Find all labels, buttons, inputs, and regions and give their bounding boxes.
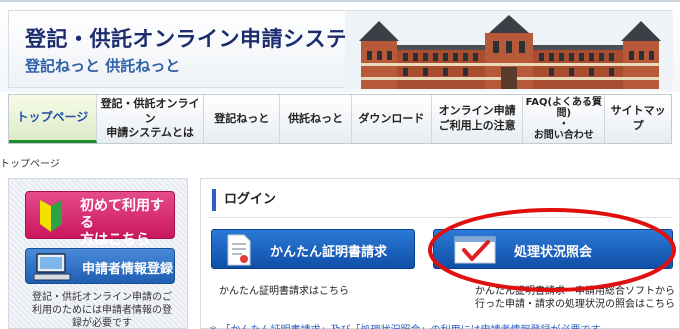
nav-touki-net[interactable]: 登記ねっと [204, 95, 281, 143]
easy-certificate-description[interactable]: かんたん証明書請求はこちら [219, 285, 349, 298]
computer-icon [34, 253, 71, 281]
registration-required-note: ※ 「かんたん証明書請求」及び「処理状況照会」の利用には申請者情報登録が必要です… [209, 321, 610, 329]
sidebar: 初めて利用する 方はこちら 申請者情報登録 登記・供託オンライン申請のご 利用の… [8, 178, 188, 329]
certificate-document-icon [227, 234, 251, 266]
processing-status-inquiry-label: 処理状況照会 [514, 245, 593, 260]
applicant-registration-label: 申請者情報登録 [82, 262, 174, 277]
site-header: 登記・供託オンライン申請システム 登記ねっと 供託ねっと [0, 0, 680, 92]
building-illustration [345, 11, 673, 89]
checkmark-window-icon [454, 236, 496, 264]
main-navigation: トップページ 登記・供託オンライン 申請システムとは 登記ねっと 供託ねっと ダ… [8, 94, 672, 144]
processing-status-description[interactable]: かんたん証明書請求・申請用総合ソフトから 行った申請・請求の処理状況の照会はこち… [443, 285, 675, 311]
first-time-user-label: 初めて利用する 方はこちら [80, 198, 164, 248]
nav-sitemap[interactable]: サイトマップ [605, 95, 671, 143]
easy-certificate-request-button[interactable]: かんたん証明書請求 [211, 229, 415, 269]
processing-status-inquiry-button[interactable]: 処理状況照会 [433, 229, 673, 269]
login-panel: ログイン かんたん証明書請求 かんたん証明書請求はこちら 処理状況照会 かんたん… [200, 178, 680, 329]
site-subtitle[interactable]: 登記ねっと 供託ねっと [25, 55, 180, 76]
nav-kyotaku-net[interactable]: 供託ねっと [280, 95, 352, 143]
easy-certificate-request-label: かんたん証明書請求 [270, 245, 388, 260]
nav-download[interactable]: ダウンロード [352, 95, 432, 143]
registration-description: 登記・供託オンライン申請のご 利用のためには申請者情報の登 録が必要です [32, 292, 172, 329]
nav-faq-contact[interactable]: FAQ(よくある質問) ・ お問い合わせ [523, 95, 606, 143]
header-banner: 登記・供託オンライン申請システム 登記ねっと 供託ねっと [8, 10, 673, 89]
nav-about-system[interactable]: 登記・供託オンライン 申請システムとは [97, 95, 205, 143]
nav-usage-notes[interactable]: オンライン申請 ご利用上の注意 [432, 95, 524, 143]
nav-top-page[interactable]: トップページ [9, 95, 97, 143]
breadcrumb: トップページ [0, 159, 60, 170]
login-heading: ログイン [212, 189, 276, 211]
site-title[interactable]: 登記・供託オンライン申請システム [25, 23, 368, 53]
first-time-user-button[interactable]: 初めて利用する 方はこちら [25, 191, 175, 248]
divider [209, 217, 671, 218]
beginner-mark-icon [40, 200, 62, 232]
applicant-registration-button[interactable]: 申請者情報登録 [25, 248, 175, 284]
